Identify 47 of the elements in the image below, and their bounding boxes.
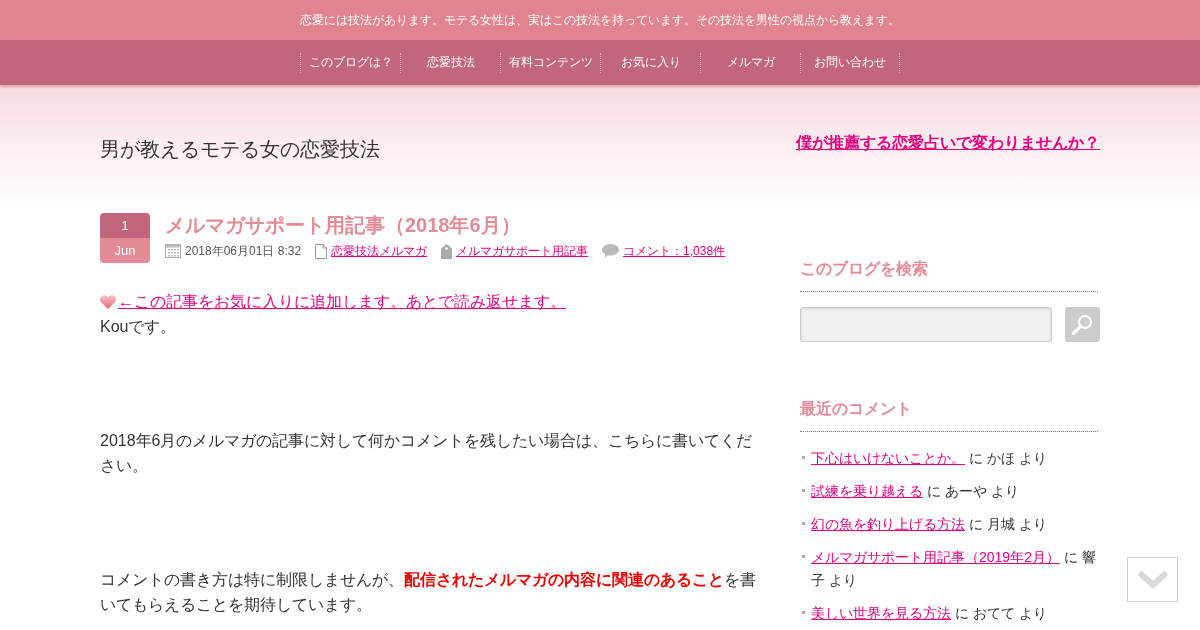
nav-link[interactable]: このブログは？ bbox=[300, 52, 400, 73]
category-link[interactable]: 恋愛技法メルマガ bbox=[331, 242, 428, 260]
site-title: 男が教えるモテる女の恋愛技法 bbox=[100, 137, 380, 162]
search-button[interactable] bbox=[1065, 307, 1100, 342]
comment-post-link[interactable]: 幻の魚を釣り上げる方法 bbox=[811, 516, 965, 532]
recent-comment: メルマガサポート用記事（2019年2月） に 響子 より bbox=[811, 548, 1097, 590]
tag-icon bbox=[441, 243, 453, 259]
search-field[interactable] bbox=[800, 307, 1052, 342]
site-tagline: 恋愛には技法があります。モテる女性は、実はこの技法を持っています。その技法を男性の視点から教えます。 bbox=[300, 11, 900, 29]
date-month: Jun bbox=[100, 238, 150, 263]
bullet-icon bbox=[802, 522, 805, 525]
comment-post-link[interactable]: 試練を乗り越える bbox=[811, 483, 923, 499]
nav-link[interactable]: 有料コンテンツ bbox=[500, 52, 600, 73]
favorite-link[interactable]: ←この記事をお気に入りに追加します。あとで読み返せます。 bbox=[118, 290, 566, 314]
nav-link[interactable]: メルマガ bbox=[700, 52, 800, 73]
recent-comment: 下心はいけないことか。 に かほ より bbox=[811, 449, 1048, 468]
comments-link[interactable]: コメント：1,038件 bbox=[623, 242, 726, 260]
post-title: メルマガサポート用記事（2018年6月） bbox=[165, 213, 522, 237]
recent-comment: 幻の魚を釣り上げる方法 に 月城 より bbox=[811, 515, 1048, 534]
bullet-icon bbox=[802, 489, 805, 492]
speech-bubble-icon bbox=[602, 244, 620, 258]
date-day: 1 bbox=[100, 213, 150, 238]
comment-post-link[interactable]: 美しい世界を見る方法 bbox=[811, 605, 951, 621]
comment-post-link[interactable]: 下心はいけないことか。 bbox=[811, 450, 965, 466]
bullet-icon bbox=[802, 611, 805, 614]
post-paragraph: 2018年6月のメルマガの記事に対して何かコメントを残したい場合は、こちらに書いてください。 bbox=[100, 431, 754, 476]
post-paragraph: コメントの書き方は特に制限しませんが、配信されたメルマガの内容に関連のあることを書いてもらえることを期待しています。 bbox=[100, 570, 757, 615]
search-icon bbox=[1072, 314, 1093, 335]
tag-link[interactable]: メルマガサポート用記事 bbox=[456, 242, 589, 260]
chevron-down-icon bbox=[1137, 570, 1168, 589]
scroll-down-button[interactable] bbox=[1127, 557, 1178, 602]
post-paragraph: Kouです。 bbox=[100, 317, 178, 337]
bullet-icon bbox=[802, 555, 805, 558]
recent-comment: 美しい世界を見る方法 に おてて より bbox=[811, 604, 1048, 623]
nav-link[interactable]: 恋愛技法 bbox=[400, 52, 500, 73]
document-icon bbox=[315, 243, 328, 259]
heart-icon bbox=[100, 295, 116, 309]
calendar-icon bbox=[165, 244, 181, 258]
recent-comment: 試練を乗り越える に あーや より bbox=[811, 482, 1020, 501]
comment-post-link[interactable]: メルマガサポート用記事（2019年2月） bbox=[811, 549, 1060, 565]
promo-link[interactable]: 僕が推薦する恋愛占いで変わりませんか？ bbox=[796, 133, 1100, 153]
widget-title: このブログを検索 bbox=[800, 258, 1098, 292]
bullet-icon bbox=[802, 456, 805, 459]
nav-link[interactable]: お気に入り bbox=[600, 52, 700, 73]
nav-link[interactable]: お問い合わせ bbox=[800, 52, 900, 73]
post-date: 2018年06月01日 8:32 bbox=[185, 242, 302, 260]
widget-title: 最近のコメント bbox=[800, 398, 1098, 432]
